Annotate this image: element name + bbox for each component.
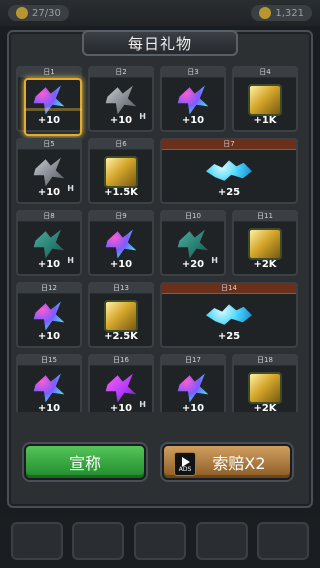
reward-quantity: +1.5K [104,187,138,198]
reward-day-8: 日8 H +10 [16,210,82,276]
aircraft-card-icon [105,229,137,259]
reward-day-label: 日7 [162,140,296,150]
reward-quantity: +10 [37,331,61,342]
reward-quantity: +10 [37,259,61,270]
reward-quantity: +2.5K [104,331,138,342]
reward-day-13: 日13 +2.5K [88,282,154,348]
bottom-tab-4[interactable] [195,522,248,560]
reward-day-label: 日14 [162,284,296,294]
reward-day-7: 日7 +25 [160,138,298,204]
gem-pile-icon [206,304,252,325]
reward-quantity: +10 [37,403,61,412]
coin-icon [259,7,272,19]
ads-label: ADS [178,466,192,473]
ads-video-icon: ADS [174,452,196,476]
energy-pill: 27/30 [8,5,69,21]
dialog-title-plate: 每日礼物 [82,30,238,56]
reward-day-6: 日6 +1.5K [88,138,154,204]
reward-day-12: 日12 +10 [16,282,82,348]
reward-day-18: 日18 +2K [232,354,298,412]
reward-quantity: +25 [217,187,241,198]
reward-day-label: 日10 [162,212,224,222]
reward-quantity: +10 [109,259,133,270]
bottom-tab-3[interactable] [133,522,186,560]
reward-quantity: +10 [181,115,205,126]
reward-quantity: +20 [181,259,205,270]
reward-day-1: 日1 +10 [16,66,82,136]
reward-day-14: 日14 +25 [160,282,298,348]
reward-quantity: +25 [217,331,241,342]
aircraft-card-icon [105,373,137,403]
claim-double-button[interactable]: ADS 索赔X2 [162,444,292,480]
reward-quantity: +10 [37,115,61,126]
gold-coins-icon [104,300,138,332]
aircraft-card-icon [177,229,209,259]
reward-grid: 日1 +10 日2 H +10 日3 +10 日4 +1K 日5 H +10 日6 +1.5K 日7 +25 日… [16,66,304,412]
reward-day-label: 日5 [18,140,80,150]
aircraft-card-icon [33,85,65,115]
reward-day-3: 日3 +10 [160,66,226,132]
reward-day-label: 日3 [162,68,224,78]
reward-quantity: +2K [253,403,277,412]
gold-coins-icon [248,84,282,116]
bottom-tab-2[interactable] [72,522,125,560]
reward-day-label: 日12 [18,284,80,294]
currency-pill: 1,321 [251,5,312,21]
reward-day-9: 日9 +10 [88,210,154,276]
reward-day-label: 日16 [90,356,152,366]
reward-day-label: 日2 [90,68,152,78]
reward-quantity: +10 [109,115,133,126]
reward-quantity: +2K [253,259,277,270]
reward-quantity: +10 [181,403,205,412]
claim-button-label: 宣称 [68,454,101,473]
bottom-tab-5[interactable] [257,522,310,560]
reward-day-label: 日9 [90,212,152,222]
reward-quantity: +10 [37,187,61,198]
reward-day-2: 日2 H +10 [88,66,154,132]
reward-quantity: +1K [253,115,277,126]
aircraft-card-icon [33,301,65,331]
reward-day-label: 日13 [90,284,152,294]
currency-text: 1,321 [275,7,304,19]
top-status-bar: 27/30 1,321 [0,0,320,26]
aircraft-card-icon [177,373,209,403]
reward-day-label: 日8 [18,212,80,222]
reward-day-label: 日1 [18,68,80,78]
aircraft-card-icon [105,85,137,115]
gold-coins-icon [104,156,138,188]
reward-day-label: 日15 [18,356,80,366]
dialog-title: 每日礼物 [127,34,192,53]
energy-icon [16,7,28,19]
reward-day-15: 日15 +10 [16,354,82,412]
gold-coins-icon [248,228,282,260]
reward-day-label: 日6 [90,140,152,150]
dialog-actions: 宣称 ADS 索赔X2 [16,444,304,480]
reward-day-label: 日11 [234,212,296,222]
reward-day-label: 日18 [234,356,296,366]
reward-day-11: 日11 +2K [232,210,298,276]
aircraft-card-icon [33,373,65,403]
reward-day-label: 日17 [162,356,224,366]
bottom-tab-1[interactable] [10,522,63,560]
reward-day-16: 日16 H +10 [88,354,154,412]
aircraft-card-icon [33,229,65,259]
aircraft-card-icon [33,157,65,187]
claim-button[interactable]: 宣称 [24,444,146,480]
bottom-navigation [0,514,320,568]
claim-double-label: 索赔X2 [212,454,266,473]
reward-day-5: 日5 H +10 [16,138,82,204]
current-day-highlight [24,78,82,136]
reward-quantity: +10 [109,403,133,412]
reward-day-label: 日4 [234,68,296,78]
reward-day-17: 日17 +10 [160,354,226,412]
gem-pile-icon [206,160,252,181]
gold-coins-icon [248,372,282,404]
reward-day-4: 日4 +1K [232,66,298,132]
energy-text: 27/30 [32,7,61,19]
aircraft-card-icon [177,85,209,115]
reward-day-10: 日10 H +20 [160,210,226,276]
